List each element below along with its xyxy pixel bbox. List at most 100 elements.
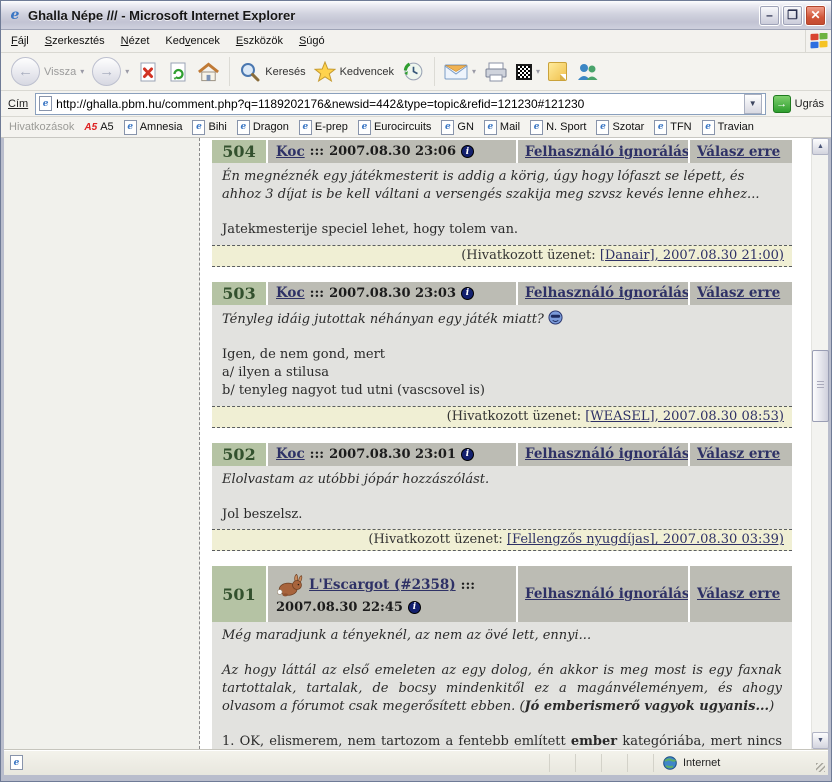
reply-link[interactable]: Válasz erre <box>697 446 780 462</box>
link-szotar[interactable]: eSzotar <box>596 120 644 135</box>
post-date: 2007.08.30 23:01 <box>329 447 456 462</box>
ignore-user-link[interactable]: Felhasználó ignorálása <box>525 285 698 301</box>
menu-edit[interactable]: Szerkesztés <box>37 32 113 50</box>
post-header: 503 Koc ::: 2007.08.30 23:03 i Felhaszná… <box>212 282 792 305</box>
link-amnesia[interactable]: eAmnesia <box>124 120 183 135</box>
link-travian[interactable]: eTravian <box>702 120 754 135</box>
address-bar: Cím e http://ghalla.pbm.hu/comment.php?q… <box>1 91 831 117</box>
link-bihi[interactable]: eBihi <box>192 120 226 135</box>
status-pane <box>575 754 601 772</box>
reply-text: Jatekmesterije speciel lehet, hogy tolem… <box>222 221 782 239</box>
status-left-pane: e <box>4 755 549 770</box>
back-button[interactable]: ← Vissza ▾ <box>7 55 88 88</box>
ie-doc-icon: e <box>654 120 667 135</box>
post-author-cell: L'Escargot (#2358) ::: 2007.08.30 22:45 … <box>268 566 516 622</box>
print-button[interactable] <box>480 60 512 84</box>
address-input[interactable]: e http://ghalla.pbm.hu/comment.php?q=118… <box>35 93 765 115</box>
author-link[interactable]: Koc <box>276 144 305 160</box>
link-a5[interactable]: A5A5 <box>84 121 113 133</box>
post-author-cell: Koc ::: 2007.08.30 23:03 i <box>268 282 516 305</box>
edit-button[interactable]: ▾ <box>512 62 544 82</box>
menu-file[interactable]: Fájl <box>3 32 37 50</box>
link-tfn[interactable]: eTFN <box>654 120 691 135</box>
browser-window: e Ghalla Népe /// - Microsoft Internet E… <box>0 0 832 782</box>
quoted-message-link[interactable]: [WEASEL], 2007.08.30 08:53) <box>585 409 784 424</box>
minimize-button[interactable]: – <box>759 5 780 26</box>
go-button[interactable]: → Ugrás <box>773 95 824 113</box>
info-icon[interactable]: i <box>461 145 474 158</box>
menu-help[interactable]: Súgó <box>291 32 333 50</box>
home-icon <box>197 61 220 83</box>
scroll-up-button[interactable]: ▲ <box>812 138 829 155</box>
link-nsport[interactable]: eN. Sport <box>530 120 586 135</box>
ignore-user-link[interactable]: Felhasználó ignorálása <box>525 446 698 462</box>
home-button[interactable] <box>193 59 224 85</box>
post-body: Tényleg idáig jutottak néhányan egy játé… <box>212 305 792 406</box>
ie-doc-icon: e <box>530 120 543 135</box>
reply-link[interactable]: Válasz erre <box>697 586 780 602</box>
ie-doc-icon: e <box>702 120 715 135</box>
reply-link[interactable]: Válasz erre <box>697 144 780 160</box>
close-button[interactable]: ✕ <box>805 5 826 26</box>
links-bar: Hivatkozások A5A5 eAmnesia eBihi eDragon… <box>1 117 831 138</box>
menu-favorites[interactable]: Kedvencek <box>157 32 227 50</box>
quote-reference-bar: (Hivatkozott üzenet: [Fellengzős nyugdíj… <box>212 529 792 551</box>
content-right-gap <box>794 138 811 749</box>
post-number: 502 <box>212 443 266 466</box>
navigation-toolbar: ← Vissza ▾ → ▾ Keresés Kedvencek <box>1 53 831 91</box>
resize-grip[interactable] <box>811 750 828 775</box>
mail-button[interactable]: ▾ <box>440 61 480 83</box>
info-icon[interactable]: i <box>461 287 474 300</box>
messenger-button[interactable] <box>571 60 603 84</box>
quoted-text: Tényleg idáig jutottak néhányan egy játé… <box>222 310 782 329</box>
link-mail[interactable]: eMail <box>484 120 520 135</box>
link-eprep[interactable]: eE-prep <box>299 120 348 135</box>
author-link[interactable]: Koc <box>276 446 305 462</box>
link-eurocircuits[interactable]: eEurocircuits <box>358 120 431 135</box>
menu-view[interactable]: Nézet <box>113 32 158 50</box>
mail-dropdown-icon[interactable]: ▾ <box>472 67 476 76</box>
ignore-user-link[interactable]: Felhasználó ignorálása <box>525 586 698 602</box>
quoted-message-link[interactable]: [Danair], 2007.08.30 21:00) <box>600 248 784 263</box>
refresh-button[interactable] <box>163 59 193 85</box>
search-button[interactable]: Keresés <box>235 59 309 85</box>
info-icon[interactable]: i <box>461 448 474 461</box>
link-dragon[interactable]: eDragon <box>237 120 289 135</box>
stop-button[interactable] <box>133 59 163 85</box>
post-number: 501 <box>212 566 266 622</box>
reply-link[interactable]: Válasz erre <box>697 285 780 301</box>
vertical-scrollbar[interactable]: ▲ ▼ <box>811 138 828 749</box>
forum-post-502: 502 Koc ::: 2007.08.30 23:01 i Felhaszná… <box>212 443 792 552</box>
ignore-user-link[interactable]: Felhasználó ignorálása <box>525 144 698 160</box>
rabbit-avatar-icon <box>276 574 304 597</box>
scroll-down-button[interactable]: ▼ <box>812 732 829 749</box>
maximize-button[interactable]: ❐ <box>782 5 803 26</box>
forward-button[interactable]: → ▾ <box>88 55 133 88</box>
history-icon <box>402 60 425 83</box>
quoted-message-link[interactable]: [Fellengzős nyugdíjas], 2007.08.30 03:39… <box>507 532 784 547</box>
back-icon: ← <box>11 57 40 86</box>
link-gn[interactable]: eGN <box>441 120 474 135</box>
discuss-button[interactable] <box>544 60 571 83</box>
author-link[interactable]: Koc <box>276 285 305 301</box>
forward-dropdown-icon[interactable]: ▾ <box>125 67 129 76</box>
security-zone-pane: Internet <box>653 754 811 772</box>
a5-icon: A5 <box>84 122 97 133</box>
forum-post-501: 501 L'Escargot (#2358) ::: 2007.08. <box>212 566 792 749</box>
title-bar: e Ghalla Népe /// - Microsoft Internet E… <box>1 1 831 30</box>
quote-reference-bar: (Hivatkozott üzenet: [Danair], 2007.08.3… <box>212 245 792 267</box>
back-dropdown-icon[interactable]: ▾ <box>80 67 84 76</box>
post-number: 504 <box>212 140 266 163</box>
address-dropdown-button[interactable]: ▼ <box>744 94 762 114</box>
menu-tools[interactable]: Eszközök <box>228 32 291 50</box>
author-link[interactable]: L'Escargot (#2358) <box>309 577 456 593</box>
info-icon[interactable]: i <box>408 601 421 614</box>
ie-doc-icon: e <box>124 120 137 135</box>
history-button[interactable] <box>398 58 429 85</box>
edit-dropdown-icon[interactable]: ▾ <box>536 67 540 76</box>
status-pane <box>627 754 653 772</box>
quote-reference-bar: (Hivatkozott üzenet: [WEASEL], 2007.08.3… <box>212 406 792 428</box>
quoted-text: Én megnéznék egy játékmesterit is addig … <box>222 168 782 204</box>
scrollbar-thumb[interactable] <box>812 350 829 422</box>
favorites-button[interactable]: Kedvencek <box>310 59 398 85</box>
